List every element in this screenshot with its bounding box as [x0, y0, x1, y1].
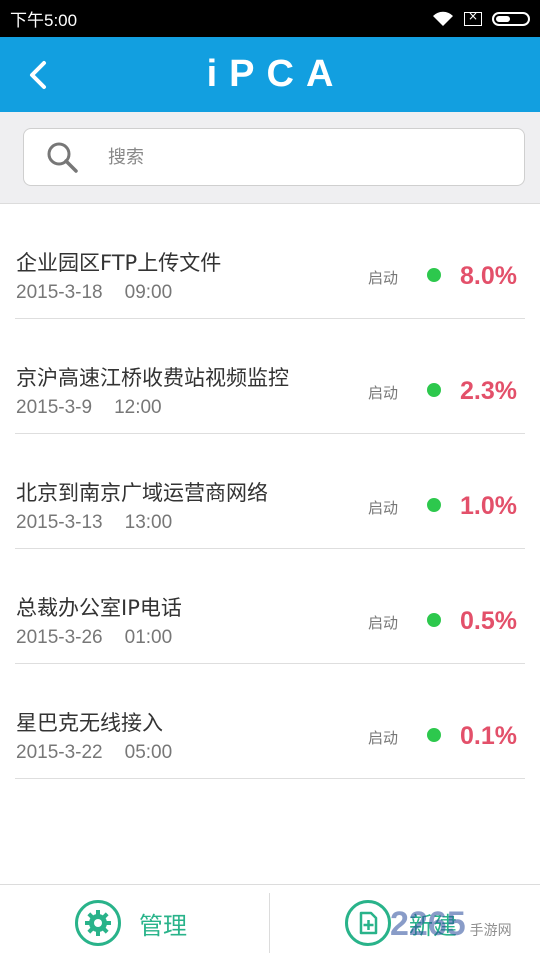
- item-date: 2015-3-18: [16, 282, 103, 303]
- item-percent: 2.3%: [460, 377, 517, 405]
- search-input[interactable]: [106, 145, 470, 169]
- item-name: 企业园区FTP上传文件: [16, 251, 222, 275]
- item-time: 09:00: [124, 282, 173, 303]
- file-add-icon: [345, 900, 391, 946]
- search-box[interactable]: [23, 128, 525, 186]
- item-name: 总裁办公室IP电话: [16, 596, 182, 620]
- search-icon: [47, 142, 78, 173]
- chevron-left-icon: [30, 61, 46, 89]
- list-item[interactable]: 总裁办公室IP电话 2015-3-26 01:00 启动 0.5%: [15, 549, 525, 664]
- search-area: [0, 112, 540, 204]
- bottom-bar: 管理 新建: [0, 884, 540, 960]
- create-button[interactable]: 新建: [345, 885, 457, 961]
- task-list: 企业园区FTP上传文件 2015-3-18 09:00 启动 8.0% 京沪高速江…: [15, 204, 525, 779]
- status-dot-icon: [427, 728, 441, 742]
- item-date: 2015-3-22: [16, 742, 103, 763]
- manage-button[interactable]: 管理: [75, 885, 187, 961]
- sim-off-icon: ×: [464, 9, 482, 26]
- status-dot-icon: [427, 268, 441, 282]
- item-date: 2015-3-13: [16, 512, 103, 533]
- wifi-icon: [433, 11, 453, 26]
- item-percent: 0.5%: [460, 607, 517, 635]
- item-time: 12:00: [114, 397, 162, 418]
- status-dot-icon: [427, 498, 441, 512]
- item-percent: 1.0%: [460, 492, 517, 520]
- list-item[interactable]: 星巴克无线接入 2015-3-22 05:00 启动 0.1%: [15, 664, 525, 779]
- item-datetime: 2015-3-22 05:00: [16, 742, 172, 764]
- item-datetime: 2015-3-26 01:00: [16, 627, 172, 649]
- bottom-divider: [269, 893, 270, 953]
- status-dot-icon: [427, 383, 441, 397]
- list-item[interactable]: 北京到南京广域运营商网络 2015-3-13 13:00 启动 1.0%: [15, 434, 525, 549]
- item-date: 2015-3-9: [16, 397, 93, 418]
- item-datetime: 2015-3-13 13:00: [16, 512, 172, 534]
- item-name: 北京到南京广域运营商网络: [16, 481, 268, 505]
- item-time: 13:00: [124, 512, 173, 533]
- status-time: 下午5:00: [10, 11, 78, 30]
- item-name: 京沪高速江桥收费站视频监控: [16, 366, 289, 390]
- item-time: 01:00: [124, 627, 173, 648]
- back-button[interactable]: [22, 57, 56, 93]
- list-item[interactable]: 京沪高速江桥收费站视频监控 2015-3-9 12:00 启动 2.3%: [15, 319, 525, 434]
- page-title: iPCA: [206, 53, 346, 95]
- create-label: 新建: [409, 911, 457, 940]
- item-datetime: 2015-3-18 09:00: [16, 282, 172, 304]
- item-status: 启动: [368, 614, 399, 632]
- status-icons: ×: [432, 9, 530, 27]
- app-header: iPCA: [0, 37, 540, 112]
- item-datetime: 2015-3-9 12:00: [16, 397, 162, 419]
- item-date: 2015-3-26: [16, 627, 103, 648]
- item-time: 05:00: [124, 742, 173, 763]
- status-dot-icon: [427, 613, 441, 627]
- list-item[interactable]: 企业园区FTP上传文件 2015-3-18 09:00 启动 8.0%: [15, 204, 525, 319]
- item-percent: 8.0%: [460, 262, 517, 290]
- status-bar: 下午5:00 ×: [0, 0, 540, 37]
- item-percent: 0.1%: [460, 722, 517, 750]
- gear-icon: [75, 900, 121, 946]
- item-status: 启动: [368, 729, 399, 747]
- battery-icon: [492, 11, 530, 26]
- item-status: 启动: [368, 269, 399, 287]
- item-status: 启动: [368, 499, 399, 517]
- manage-label: 管理: [139, 911, 187, 940]
- item-status: 启动: [368, 384, 399, 402]
- item-name: 星巴克无线接入: [16, 711, 163, 735]
